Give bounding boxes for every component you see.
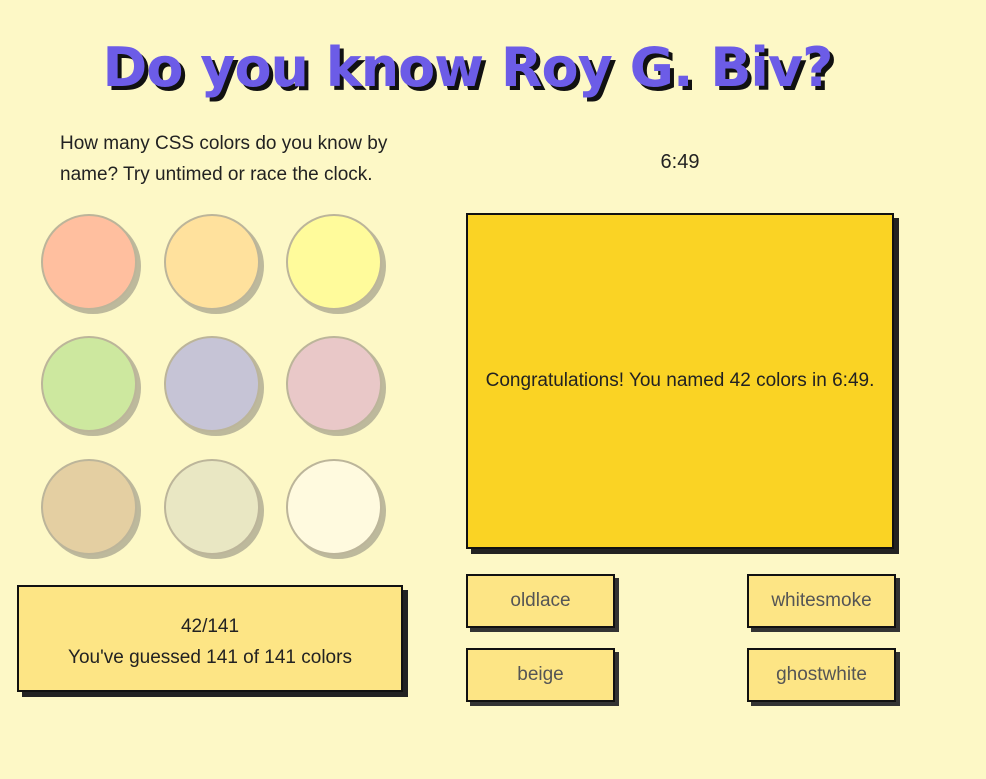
color-swatch-7[interactable] bbox=[41, 459, 137, 555]
option-button-ghostwhite[interactable]: ghostwhite bbox=[747, 648, 896, 702]
color-swatch-8[interactable] bbox=[164, 459, 260, 555]
score-summary: You've guessed 141 of 141 colors bbox=[68, 647, 352, 668]
intro-text: How many CSS colors do you know by name?… bbox=[60, 133, 388, 185]
page-title: Do you know Roy G. Biv? bbox=[102, 36, 834, 99]
color-swatch-6[interactable] bbox=[286, 336, 382, 432]
color-swatch-2[interactable] bbox=[164, 214, 260, 310]
option-button-whitesmoke[interactable]: whitesmoke bbox=[747, 574, 896, 628]
option-button-beige[interactable]: beige bbox=[466, 648, 615, 702]
color-swatch-5[interactable] bbox=[164, 336, 260, 432]
color-swatch-1[interactable] bbox=[41, 214, 137, 310]
result-panel: Congratulations! You named 42 colors in … bbox=[466, 213, 894, 549]
score-fraction: 42/141 bbox=[180, 616, 240, 637]
timer-display: 6:49 bbox=[660, 151, 700, 173]
result-message: Congratulations! You named 42 colors in … bbox=[485, 370, 875, 391]
color-swatch-3[interactable] bbox=[286, 214, 382, 310]
color-swatch-4[interactable] bbox=[41, 336, 137, 432]
option-button-oldlace[interactable]: oldlace bbox=[466, 574, 615, 628]
color-swatch-9[interactable] bbox=[286, 459, 382, 555]
color-swatch-grid bbox=[40, 213, 400, 558]
score-box: 42/141 You've guessed 141 of 141 colors bbox=[17, 585, 403, 692]
